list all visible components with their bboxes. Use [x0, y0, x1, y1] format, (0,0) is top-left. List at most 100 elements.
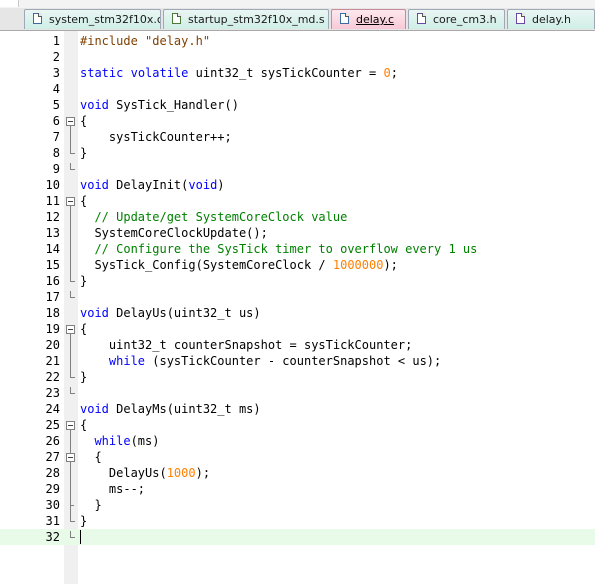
tab-startup-stm32f10x-md-s[interactable]: startup_stm32f10x_md.s — [163, 9, 329, 29]
fold-end-marker — [70, 169, 75, 170]
code-line[interactable]: 15 SysTick_Config(SystemCoreClock / 1000… — [0, 257, 595, 273]
code-line[interactable]: 1 #include "delay.h" — [0, 33, 595, 49]
fold-toggle-icon[interactable] — [66, 197, 75, 206]
fold-end-marker — [70, 521, 75, 522]
code-line[interactable]: 6{ — [0, 113, 595, 129]
code-line[interactable]: 23 — [0, 385, 595, 401]
code-line[interactable]: 14 // Configure the SysTick timer to ove… — [0, 241, 595, 257]
line-number: 17 — [45, 290, 60, 304]
text-cursor — [80, 530, 81, 544]
code-line[interactable]: 28 DelayUs(1000); — [0, 465, 595, 481]
line-number: 11 — [45, 194, 60, 208]
code-text[interactable]: { — [80, 113, 87, 129]
code-line[interactable]: 30 } — [0, 497, 595, 513]
code-line[interactable]: 5 void SysTick_Handler() — [0, 97, 595, 113]
line-number: 9 — [52, 162, 60, 176]
line-number: 18 — [45, 306, 60, 320]
code-text[interactable]: } — [80, 497, 101, 513]
fold-line — [70, 334, 71, 378]
code-text[interactable]: void DelayMs(uint32_t ms) — [80, 401, 261, 417]
code-line[interactable]: 7 sysTickCounter++; — [0, 129, 595, 145]
code-text[interactable]: } — [80, 369, 87, 385]
line-number: 1 — [52, 34, 60, 48]
fold-end-marker — [70, 505, 74, 506]
code-text[interactable]: DelayUs(1000); — [80, 465, 210, 481]
line-number: 27 — [45, 450, 60, 464]
toolbar-remnant — [0, 0, 19, 7]
code-text[interactable]: } — [80, 273, 87, 289]
line-number: 3 — [52, 66, 60, 80]
line-number: 28 — [45, 466, 60, 480]
code-text[interactable]: } — [80, 145, 87, 161]
code-text[interactable]: void DelayUs(uint32_t us) — [80, 305, 261, 321]
code-line[interactable]: 24 void DelayMs(uint32_t ms) — [0, 401, 595, 417]
tab-system-stm32f10x-c[interactable]: system_stm32f10x.c — [24, 9, 161, 29]
fold-line — [70, 206, 71, 282]
code-text[interactable]: { — [80, 321, 87, 337]
fold-toggle-icon[interactable] — [66, 117, 75, 126]
line-number: 29 — [45, 482, 60, 496]
code-text[interactable]: SysTick_Config(SystemCoreClock / 1000000… — [80, 257, 397, 273]
code-text[interactable]: // Configure the SysTick timer to overfl… — [80, 241, 477, 257]
fold-line — [70, 126, 71, 154]
code-line[interactable]: 31} — [0, 513, 595, 529]
code-editor[interactable]: 1 #include "delay.h" 2 3 static volatile uin… — [0, 31, 595, 584]
line-number: 25 — [45, 418, 60, 432]
fold-toggle-icon[interactable] — [66, 325, 75, 334]
code-text[interactable]: sysTickCounter++; — [80, 129, 232, 145]
code-line[interactable]: 4 — [0, 81, 595, 97]
code-text[interactable]: uint32_t counterSnapshot = sysTickCounte… — [80, 337, 412, 353]
code-line[interactable]: 2 — [0, 49, 595, 65]
c-file-icon — [340, 13, 349, 24]
fold-end-marker — [70, 281, 75, 282]
code-text[interactable]: void SysTick_Handler() — [80, 97, 239, 113]
code-line[interactable]: 21 while (sysTickCounter - counterSnapsh… — [0, 353, 595, 369]
code-text[interactable]: SystemCoreClockUpdate(); — [80, 225, 267, 241]
code-line[interactable]: 8} — [0, 145, 595, 161]
tab-delay-h[interactable]: delay.h — [507, 9, 595, 29]
code-text[interactable]: void DelayInit(void) — [80, 177, 225, 193]
code-line[interactable]: 9 — [0, 161, 595, 177]
code-line[interactable]: 16} — [0, 273, 595, 289]
line-number: 15 — [45, 258, 60, 272]
code-text[interactable]: #include "delay.h" — [80, 33, 210, 49]
code-text[interactable]: ms--; — [80, 481, 145, 497]
code-text[interactable]: { — [80, 417, 87, 433]
tab-delay-c[interactable]: delay.c — [331, 9, 406, 29]
fold-line — [70, 430, 71, 522]
code-text[interactable]: static volatile uint32_t sysTickCounter … — [80, 65, 398, 81]
code-line[interactable]: 19 { — [0, 321, 595, 337]
line-number: 20 — [45, 338, 60, 352]
code-line[interactable]: 13 SystemCoreClockUpdate(); — [0, 225, 595, 241]
tab-core-cm3-h[interactable]: core_cm3.h — [408, 9, 505, 29]
code-line[interactable]: 3 static volatile uint32_t sysTickCounter… — [0, 65, 595, 81]
tab-label: delay.c — [356, 13, 395, 26]
fold-toggle-icon[interactable] — [66, 421, 75, 430]
tab-label: startup_stm32f10x_md.s — [188, 13, 325, 26]
code-line[interactable]: 27 { — [0, 449, 595, 465]
code-line[interactable]: 29 ms--; — [0, 481, 595, 497]
line-number: 6 — [52, 114, 60, 128]
code-text[interactable]: while (sysTickCounter - counterSnapshot … — [80, 353, 441, 369]
code-text[interactable]: // Update/get SystemCoreClock value — [80, 209, 347, 225]
fold-end-marker — [70, 377, 75, 378]
code-line[interactable]: 32 — [0, 529, 595, 545]
code-text[interactable]: while(ms) — [80, 433, 159, 449]
code-line[interactable]: 26 while(ms) — [0, 433, 595, 449]
code-line[interactable]: 20 uint32_t counterSnapshot = sysTickCou… — [0, 337, 595, 353]
code-line[interactable]: 12 // Update/get SystemCoreClock value — [0, 209, 595, 225]
code-line[interactable]: 22} — [0, 369, 595, 385]
code-line[interactable]: 18 void DelayUs(uint32_t us) — [0, 305, 595, 321]
line-number: 8 — [52, 146, 60, 160]
code-line[interactable]: 11 { — [0, 193, 595, 209]
code-line[interactable]: 17 — [0, 289, 595, 305]
fold-toggle-icon[interactable] — [66, 453, 75, 462]
code-text[interactable]: { — [80, 193, 87, 209]
tab-label: delay.h — [532, 13, 571, 26]
code-text[interactable]: } — [80, 513, 87, 529]
line-number: 14 — [45, 242, 60, 256]
code-text[interactable]: { — [80, 449, 101, 465]
fold-end-marker — [70, 537, 75, 538]
code-line[interactable]: 25 { — [0, 417, 595, 433]
code-line[interactable]: 10 void DelayInit(void) — [0, 177, 595, 193]
